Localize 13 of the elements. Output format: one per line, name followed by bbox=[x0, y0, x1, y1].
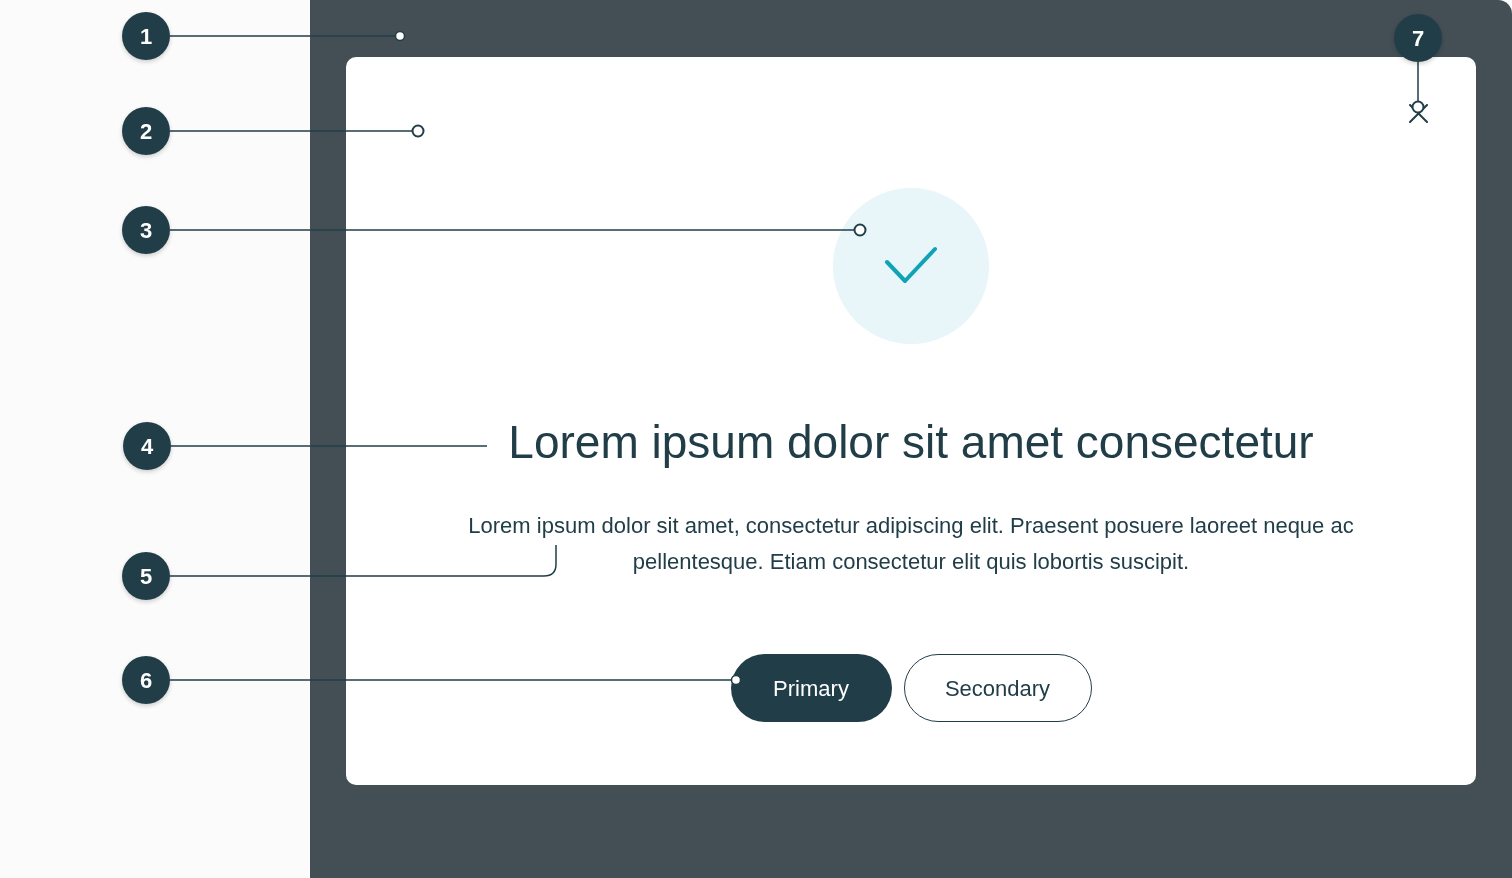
close-icon bbox=[1408, 103, 1428, 123]
primary-button[interactable]: Primary bbox=[730, 654, 892, 722]
dialog-body-text: Lorem ipsum dolor sit amet, consectetur adipiscing elit. Praesent posuere laoreet neque ac pellentesque. Etiam consectetur elit quis lobortis suscipit. bbox=[467, 512, 1355, 576]
callout-marker: 5 bbox=[122, 552, 170, 600]
dialog-title: Lorem ipsum dolor sit amet consectetur bbox=[508, 415, 1314, 469]
success-check-icon bbox=[833, 188, 989, 344]
callout-marker: 2 bbox=[122, 107, 170, 155]
secondary-button[interactable]: Secondary bbox=[903, 654, 1092, 722]
callout-marker: 3 bbox=[122, 206, 170, 254]
callout-marker: 6 bbox=[122, 656, 170, 704]
callout-marker: 1 bbox=[122, 12, 170, 60]
leader-line bbox=[1411, 61, 1425, 114]
callout-marker: 4 bbox=[123, 422, 171, 470]
